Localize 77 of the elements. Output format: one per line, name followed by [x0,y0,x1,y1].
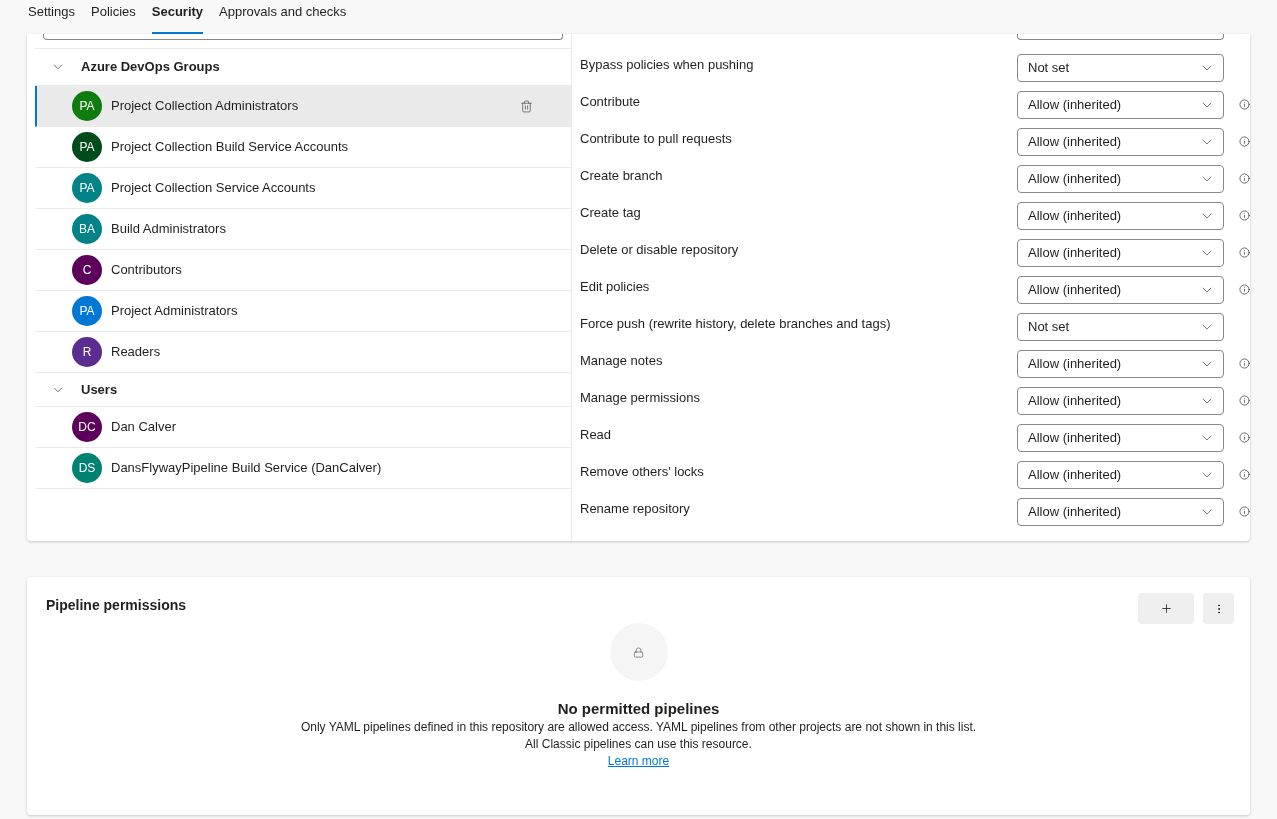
tab[interactable]: Policies [91,0,136,34]
card-title: Pipeline permissions [46,596,187,615]
permission-select[interactable]: Not set [1017,312,1224,341]
permission-label: Manage permissions [580,389,701,407]
info-icon[interactable] [1239,136,1250,147]
group-item[interactable]: C Contributors [35,250,571,291]
avatar: PA [72,296,102,326]
permission-select[interactable]: Allow (inherited) [1017,164,1224,193]
group-name: Project Collection Administrators [111,97,299,116]
group-name: Project Collection Build Service Accounts [111,138,348,157]
tab[interactable]: Approvals and checks [219,0,347,34]
group-name: Build Administrators [111,220,226,239]
group-item[interactable]: PA Project Collection Administrators [35,86,571,127]
permission-label: Create branch [580,167,664,185]
info-icon[interactable] [1239,99,1250,110]
info-icon[interactable] [1239,506,1250,517]
permission-select[interactable]: Allow (inherited) [1017,275,1224,304]
info-icon[interactable] [1239,395,1250,406]
info-icon[interactable] [1239,210,1250,221]
permission-label: Bypass policies when pushing [580,56,755,74]
info-icon[interactable] [1239,432,1250,443]
avatar: BA [72,214,102,244]
tab[interactable]: Settings [28,0,75,34]
info-icon[interactable] [1239,173,1250,184]
avatar: DC [72,412,102,442]
group-item[interactable]: PA Project Collection Build Service Accounts [35,127,571,168]
group-name: Readers [111,343,161,362]
permission-select[interactable]: Allow (inherited) [1017,386,1224,415]
permission-select[interactable]: Allow (inherited) [1017,423,1224,452]
permission-label: Manage notes [580,352,664,370]
permission-select[interactable]: Allow (inherited) [1017,497,1224,526]
group-header: Azure DevOps Groups [81,58,220,77]
permission-select[interactable]: Allow (inherited) [1017,238,1224,267]
group-item[interactable]: BA Build Administrators [35,209,571,250]
plus-icon [1159,602,1173,615]
avatar: R [72,337,102,367]
avatar: PA [72,91,102,121]
empty-title: No permitted pipelines [557,699,720,719]
group-item[interactable]: PA Project Collection Service Accounts [35,168,571,209]
group-item[interactable]: PA Project Administrators [35,291,571,332]
permission-select[interactable]: Allow (inherited) [1017,201,1224,230]
permission-select[interactable]: Allow (inherited) [1017,460,1224,489]
group-name: Dan Calver [111,418,177,437]
permission-select[interactable]: Not set [1017,53,1224,82]
permission-label: Contribute to pull requests [580,130,733,148]
permission-label: Read [580,426,613,444]
group-header: Users [81,380,118,399]
group-name: Contributors [111,261,182,280]
lock-icon [633,646,644,658]
group-name: DansFlywayPipeline Build Service (DanCalver) [111,459,382,478]
empty-description: Only YAML pipelines defined in this repository are allowed access. YAML pipelines from other projects are not shown in this list. [300,719,977,736]
avatar: C [72,255,102,285]
delete-icon[interactable] [520,99,533,113]
group-item[interactable]: DS DansFlywayPipeline Build Service (DanCalver) [35,448,571,489]
permission-select[interactable]: Allow (inherited) [1017,90,1224,119]
group-item[interactable]: R Readers [35,332,571,373]
permission-label: Contribute [580,93,641,111]
avatar: PA [72,173,102,203]
group-item[interactable]: DC Dan Calver [35,407,571,448]
info-icon[interactable] [1239,284,1250,295]
permission-select[interactable]: Allow (inherited) [1017,349,1224,378]
permission-select[interactable]: Allow (inherited) [1017,127,1224,156]
empty-description: All Classic pipelines can use this resource. [525,736,752,753]
info-icon[interactable] [1239,469,1250,480]
avatar: PA [72,132,102,162]
avatar: DS [72,453,102,483]
permission-label: Force push (rewrite history, delete branches and tags) [580,315,892,333]
info-icon[interactable] [1239,247,1250,258]
permission-label: Rename repository [580,500,691,518]
info-icon[interactable] [1239,358,1250,369]
permission-label: Delete or disable repository [580,241,740,259]
group-name: Project Administrators [111,302,238,321]
group-name: Project Collection Service Accounts [111,179,316,198]
permission-label: Create tag [580,204,642,222]
learn-more-link[interactable]: Learn more [607,753,670,770]
permission-label: Remove others' locks [580,463,705,481]
permission-label: Edit policies [580,278,651,296]
